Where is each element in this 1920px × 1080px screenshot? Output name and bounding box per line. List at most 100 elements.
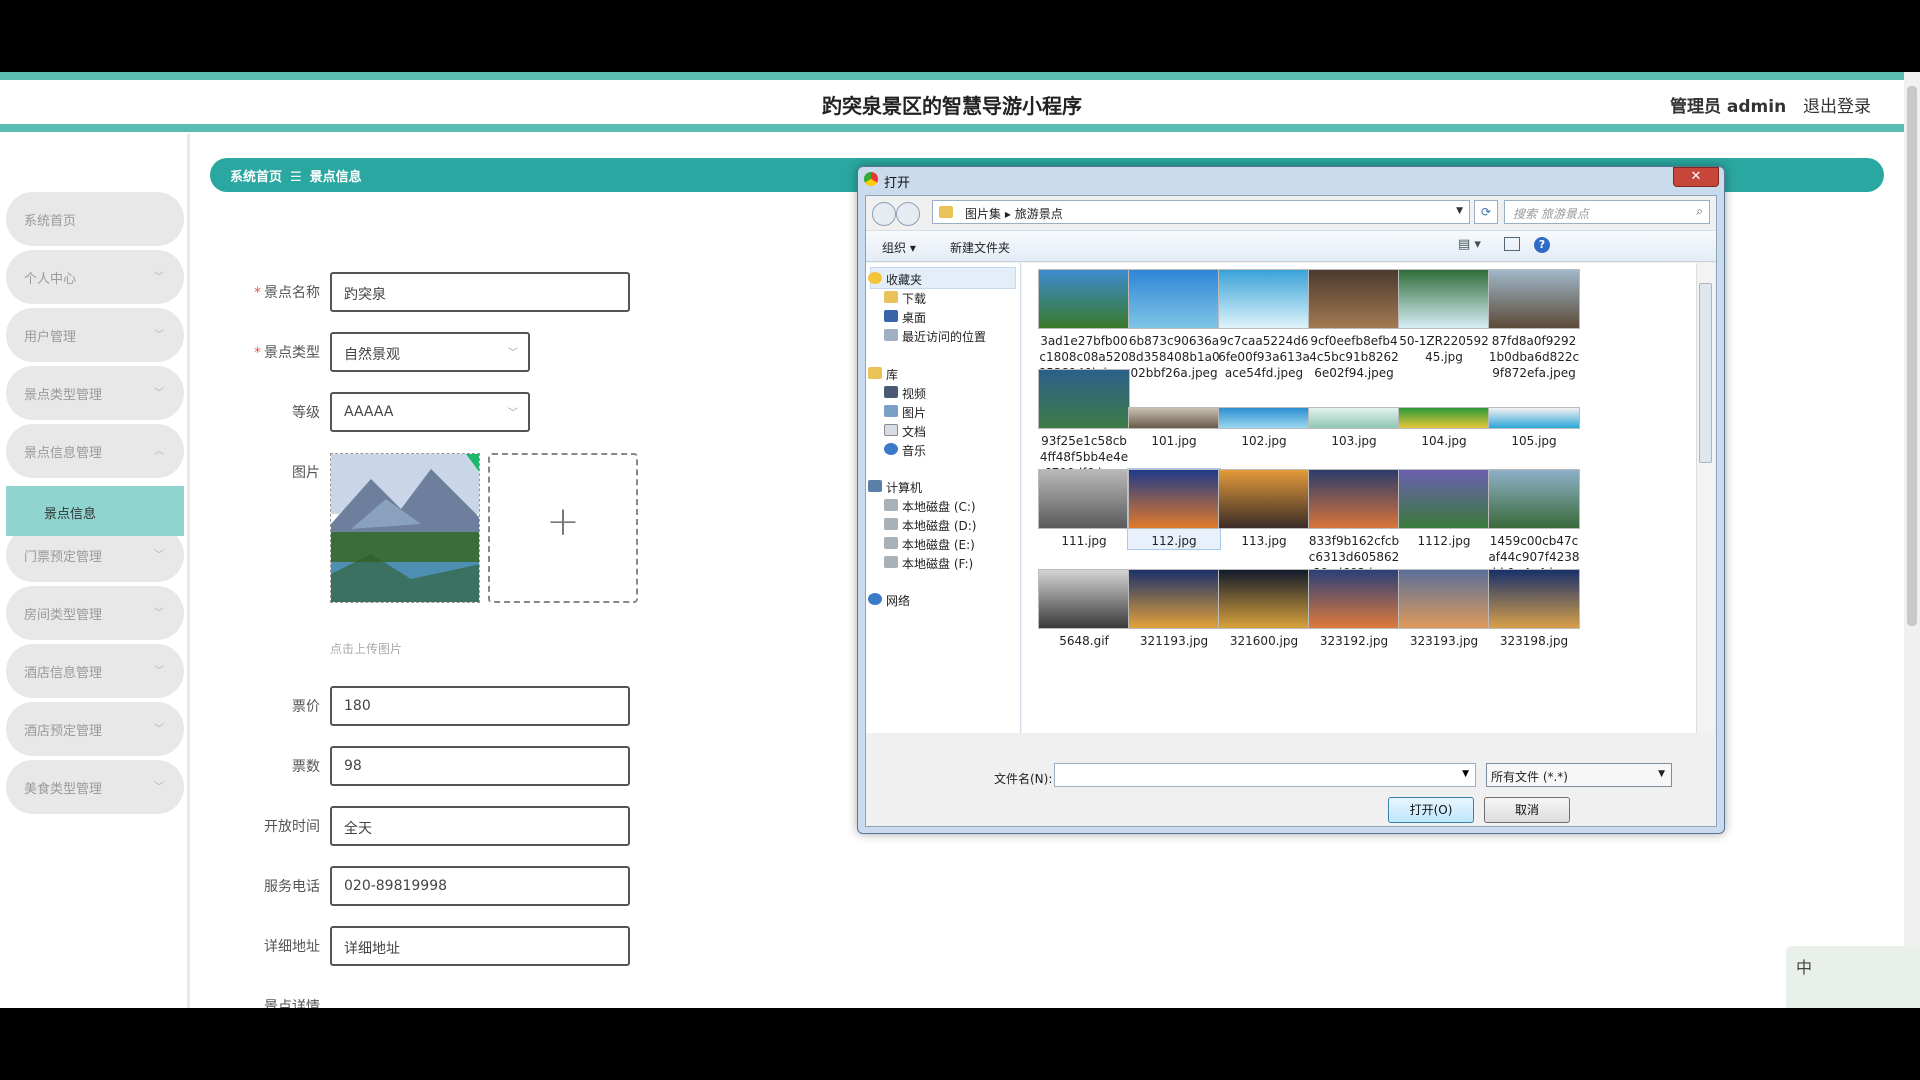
file-item[interactable]: 321193.jpg bbox=[1128, 569, 1220, 649]
help-icon[interactable]: ? bbox=[1534, 237, 1550, 253]
pictures-icon bbox=[884, 405, 898, 417]
file-item[interactable]: 9c7caa5224d66fe00f93a613aace54fd.jpeg bbox=[1218, 269, 1310, 381]
file-item[interactable]: 1459c00cb47caf44c907f4238bb1a4e4.jpeg bbox=[1488, 469, 1580, 581]
file-item[interactable]: 9cf0eefb8efb44c5bc91b82626e02f94.jpeg bbox=[1308, 269, 1400, 381]
file-item[interactable]: 113.jpg bbox=[1218, 469, 1310, 549]
file-name: 104.jpg bbox=[1421, 434, 1467, 448]
sidebar-item[interactable]: 门票预定管理 ﹀ bbox=[6, 528, 184, 582]
sidebar-item[interactable]: 酒店预定管理 ﹀ bbox=[6, 702, 184, 756]
file-item[interactable]: 93f25e1c58cb4ff48f5bb4e4e6790df6.jpeg bbox=[1038, 369, 1130, 481]
file-item[interactable]: 5648.gif bbox=[1038, 569, 1130, 649]
file-item[interactable]: 323198.jpg bbox=[1488, 569, 1580, 649]
filename-input[interactable]: ▼ bbox=[1054, 763, 1476, 787]
image-thumbnail bbox=[1038, 569, 1130, 629]
filetype-select[interactable]: 所有文件 (*.*) ▼ bbox=[1486, 763, 1672, 787]
file-item[interactable]: 87fd8a0f92921b0dba6d822c9f872efa.jpeg bbox=[1488, 269, 1580, 381]
path-root[interactable]: 图片集 bbox=[965, 207, 1001, 221]
file-item[interactable]: 101.jpg bbox=[1128, 369, 1220, 449]
file-item[interactable]: 111.jpg bbox=[1038, 469, 1130, 549]
file-item[interactable]: 103.jpg bbox=[1308, 369, 1400, 449]
nav-drive-f[interactable]: 本地磁盘 (F:) bbox=[884, 555, 973, 572]
open-button[interactable]: 打开(O) bbox=[1388, 797, 1474, 823]
ime-indicator[interactable]: 中 bbox=[1786, 946, 1920, 1008]
image-thumbnail bbox=[1308, 469, 1400, 529]
phone-input[interactable]: 020-89819998 bbox=[330, 866, 630, 906]
sidebar-item[interactable]: 房间类型管理 ﹀ bbox=[6, 586, 184, 640]
file-item[interactable]: 833f9b162cfcbc6313d60586289cd692.jpeg bbox=[1308, 469, 1400, 581]
nav-drive-d[interactable]: 本地磁盘 (D:) bbox=[884, 517, 976, 534]
nav-desktop[interactable]: 桌面 bbox=[884, 309, 926, 326]
close-icon[interactable]: ✕ bbox=[1673, 167, 1719, 187]
image-thumbnail bbox=[1218, 269, 1310, 329]
nav-drive-c[interactable]: 本地磁盘 (C:) bbox=[884, 498, 976, 515]
address-input[interactable]: 详细地址 bbox=[330, 926, 630, 966]
file-list-scrollbar[interactable] bbox=[1696, 263, 1714, 733]
file-item[interactable]: 1112.jpg bbox=[1398, 469, 1490, 549]
sidebar-item[interactable]: 酒店信息管理 ﹀ bbox=[6, 644, 184, 698]
cancel-button[interactable]: 取消 bbox=[1484, 797, 1570, 823]
uploaded-image-thumbnail[interactable] bbox=[330, 453, 480, 603]
organize-button[interactable]: 组织 ▾ bbox=[882, 239, 916, 256]
file-item[interactable]: 321600.jpg bbox=[1218, 569, 1310, 649]
sidebar-item[interactable]: 美食类型管理 ﹀ bbox=[6, 760, 184, 814]
preview-pane-icon[interactable] bbox=[1504, 237, 1520, 251]
back-button[interactable] bbox=[872, 202, 896, 226]
sidebar-item[interactable]: 景点信息管理 ︿ bbox=[6, 424, 184, 478]
view-options-icon[interactable]: ▤ ▾ bbox=[1458, 237, 1481, 252]
nav-music[interactable]: 音乐 bbox=[884, 442, 926, 459]
scrollbar-thumb[interactable] bbox=[1699, 283, 1712, 463]
level-select[interactable]: AAAAA ﹀ bbox=[330, 392, 530, 432]
file-item[interactable]: 112.jpg bbox=[1127, 468, 1221, 550]
file-item[interactable]: 50-1ZR22059245.jpg bbox=[1398, 269, 1490, 365]
refresh-icon[interactable]: ⟳ bbox=[1474, 200, 1498, 224]
nav-documents[interactable]: 文档 bbox=[884, 423, 926, 440]
page-scrollbar[interactable] bbox=[1904, 72, 1920, 1008]
count-label: 票数 bbox=[292, 759, 320, 775]
sidebar-item[interactable]: 景点类型管理 ﹀ bbox=[6, 366, 184, 420]
file-item[interactable]: 323193.jpg bbox=[1398, 569, 1490, 649]
nav-computer[interactable]: 计算机 bbox=[868, 479, 922, 496]
drive-icon bbox=[884, 556, 898, 568]
forward-button[interactable] bbox=[896, 202, 920, 226]
nav-downloads[interactable]: 下载 bbox=[884, 290, 926, 307]
file-item[interactable]: 105.jpg bbox=[1488, 369, 1580, 449]
nav-videos[interactable]: 视频 bbox=[884, 385, 926, 402]
document-icon bbox=[884, 424, 898, 436]
name-input[interactable]: 趵突泉 bbox=[330, 272, 630, 312]
nav-libraries[interactable]: 库 bbox=[868, 366, 898, 383]
logout-link[interactable]: 退出登录 bbox=[1803, 92, 1871, 117]
breadcrumb-home[interactable]: 系统首页 bbox=[230, 170, 282, 185]
nav-drive-e[interactable]: 本地磁盘 (E:) bbox=[884, 536, 975, 553]
sidebar-item[interactable]: 系统首页 bbox=[6, 192, 184, 246]
file-list: 3ad1e27bfb00c1808c08a5208538140b.jpeg6b8… bbox=[1022, 263, 1696, 733]
new-folder-button[interactable]: 新建文件夹 bbox=[950, 239, 1010, 256]
image-thumbnail bbox=[1398, 269, 1490, 329]
sidebar-subitem-active[interactable]: 景点信息 bbox=[6, 486, 184, 536]
type-select[interactable]: 自然景观 ﹀ bbox=[330, 332, 530, 372]
nav-network[interactable]: 网络 bbox=[868, 592, 910, 609]
count-input[interactable]: 98 bbox=[330, 746, 630, 786]
file-item[interactable]: 3ad1e27bfb00c1808c08a5208538140b.jpeg bbox=[1038, 269, 1130, 381]
path-current[interactable]: 旅游景点 bbox=[1015, 207, 1063, 221]
nav-recent[interactable]: 最近访问的位置 bbox=[884, 328, 986, 345]
nav-favorites[interactable]: 收藏夹 bbox=[868, 271, 922, 288]
detail-label: 景点详情 bbox=[264, 999, 320, 1008]
nav-pictures[interactable]: 图片 bbox=[884, 404, 926, 421]
scrollbar-thumb[interactable] bbox=[1907, 86, 1917, 626]
drive-icon bbox=[884, 518, 898, 530]
search-input[interactable]: 搜索 旅游景点 ⌕ bbox=[1504, 200, 1710, 224]
sidebar-item[interactable]: 用户管理 ﹀ bbox=[6, 308, 184, 362]
dropdown-icon[interactable]: ▼ bbox=[1456, 206, 1463, 216]
price-input[interactable]: 180 bbox=[330, 686, 630, 726]
header-accent-bar bbox=[0, 124, 1904, 132]
file-item[interactable]: 6b873c90636a8d358408b1a002bbf26a.jpeg bbox=[1128, 269, 1220, 381]
sidebar-item[interactable]: 个人中心 ﹀ bbox=[6, 250, 184, 304]
image-upload-button[interactable]: + bbox=[488, 453, 638, 603]
file-item[interactable]: 104.jpg bbox=[1398, 369, 1490, 449]
address-bar[interactable]: 图片集 ▸ 旅游景点 ▼ bbox=[932, 200, 1470, 224]
file-item[interactable]: 102.jpg bbox=[1218, 369, 1310, 449]
hours-input[interactable]: 全天 bbox=[330, 806, 630, 846]
dropdown-icon[interactable]: ▼ bbox=[1462, 769, 1469, 779]
file-item[interactable]: 323192.jpg bbox=[1308, 569, 1400, 649]
library-icon bbox=[868, 367, 882, 379]
